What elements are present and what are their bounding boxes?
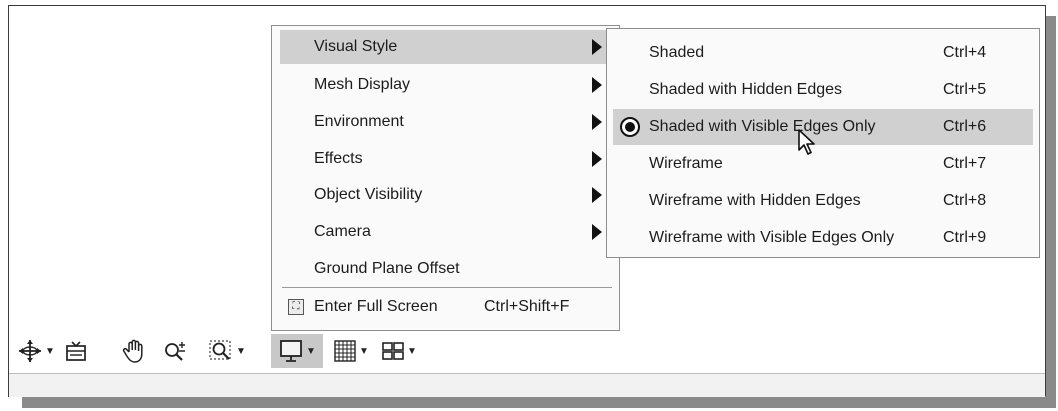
submenu-item-label: Wireframe: [649, 155, 723, 172]
menu-item-label: Visual Style: [314, 38, 398, 55]
submenu-item-label: Wireframe with Hidden Edges: [649, 192, 861, 209]
display-settings-button[interactable]: ▼: [271, 334, 323, 368]
submenu-item-shortcut: Ctrl+9: [943, 229, 987, 246]
menu-item-enter-full-screen[interactable]: ⛶ Enter Full Screen Ctrl+Shift+F: [280, 290, 612, 324]
submenu-item-shaded[interactable]: Shaded Ctrl+4: [613, 35, 1033, 71]
submenu-arrow-icon: [592, 151, 602, 167]
visual-style-submenu: Shaded Ctrl+4 Shaded with Hidden Edges C…: [606, 28, 1040, 258]
submenu-item-shortcut: Ctrl+7: [943, 155, 987, 172]
radio-selected-icon: [620, 117, 640, 137]
submenu-arrow-icon: [592, 77, 602, 93]
submenu-arrow-icon: [592, 39, 602, 55]
menu-item-ground-plane-offset[interactable]: Ground Plane Offset: [280, 252, 612, 286]
chevron-down-icon: ▼: [359, 345, 369, 357]
viewport-layout-icon: [382, 342, 404, 360]
submenu-item-wireframe[interactable]: Wireframe Ctrl+7: [613, 146, 1033, 182]
menu-item-label: Object Visibility: [314, 186, 423, 203]
submenu-item-label: Shaded: [649, 44, 705, 61]
display-settings-icon: [280, 340, 302, 362]
submenu-arrow-icon: [592, 114, 602, 130]
menu-item-camera[interactable]: Camera: [280, 215, 612, 249]
look-at-tool[interactable]: [58, 334, 94, 368]
submenu-item-label: Shaded with Visible Edges Only: [649, 118, 876, 135]
submenu-arrow-icon: [592, 187, 602, 203]
menu-item-label: Environment: [314, 113, 404, 130]
zoom-tool[interactable]: [158, 334, 192, 368]
chevron-down-icon: ▼: [407, 345, 417, 357]
menu-item-mesh-display[interactable]: Mesh Display: [280, 68, 612, 102]
submenu-item-shaded-hidden-edges[interactable]: Shaded with Hidden Edges Ctrl+5: [613, 72, 1033, 108]
menu-item-label: Mesh Display: [314, 76, 411, 93]
zoom-window-icon: [209, 340, 231, 360]
submenu-item-shortcut: Ctrl+4: [943, 44, 987, 61]
pan-tool[interactable]: [116, 334, 152, 368]
submenu-item-shortcut: Ctrl+5: [943, 81, 987, 98]
chevron-down-icon: ▼: [306, 345, 316, 357]
zoom-window-tool[interactable]: ▼: [202, 334, 252, 368]
menu-item-effects[interactable]: Effects: [280, 142, 612, 176]
menu-item-shortcut: Ctrl+Shift+F: [484, 298, 570, 315]
menu-item-visual-style[interactable]: Visual Style: [280, 30, 612, 64]
submenu-item-shaded-visible-edges-only[interactable]: Shaded with Visible Edges Only Ctrl+6: [613, 109, 1033, 145]
menu-item-object-visibility[interactable]: Object Visibility: [280, 178, 612, 212]
window-shadow-bottom: [22, 396, 1056, 408]
display-context-menu: Visual Style Mesh Display Environment Ef…: [271, 25, 620, 331]
menu-item-label: Enter Full Screen: [314, 298, 438, 315]
chevron-down-icon: ▼: [236, 345, 246, 357]
orbit-icon: [19, 340, 42, 362]
submenu-item-shortcut: Ctrl+6: [943, 118, 987, 135]
chevron-down-icon: ▼: [45, 345, 55, 357]
mouse-cursor-icon: [798, 129, 815, 155]
submenu-arrow-icon: [592, 224, 602, 240]
zoom-icon: [165, 342, 185, 361]
submenu-item-wireframe-visible-edges-only[interactable]: Wireframe with Visible Edges Only Ctrl+9: [613, 220, 1033, 256]
menu-item-label: Camera: [314, 223, 371, 240]
status-bar: [9, 373, 1045, 397]
viewport-layout-button[interactable]: ▼: [377, 334, 421, 368]
submenu-item-shortcut: Ctrl+8: [943, 192, 987, 209]
fullscreen-icon: ⛶: [288, 299, 304, 315]
grid-button[interactable]: ▼: [327, 334, 375, 368]
submenu-item-label: Shaded with Hidden Edges: [649, 81, 843, 98]
pan-icon: [122, 339, 143, 363]
grid-icon: [334, 340, 356, 362]
look-at-icon: [66, 341, 86, 361]
menu-item-environment[interactable]: Environment: [280, 105, 612, 139]
submenu-item-label: Wireframe with Visible Edges Only: [649, 229, 895, 246]
menu-separator: [282, 287, 612, 288]
submenu-item-wireframe-hidden-edges[interactable]: Wireframe with Hidden Edges Ctrl+8: [613, 183, 1033, 219]
menu-item-label: Effects: [314, 150, 363, 167]
orbit-tool[interactable]: ▼: [14, 334, 58, 368]
navigation-toolbar: ▼ ▼ ▼ ▼ ▼: [14, 334, 440, 368]
menu-item-label: Ground Plane Offset: [314, 260, 460, 277]
window-shadow-right: [1046, 16, 1056, 406]
